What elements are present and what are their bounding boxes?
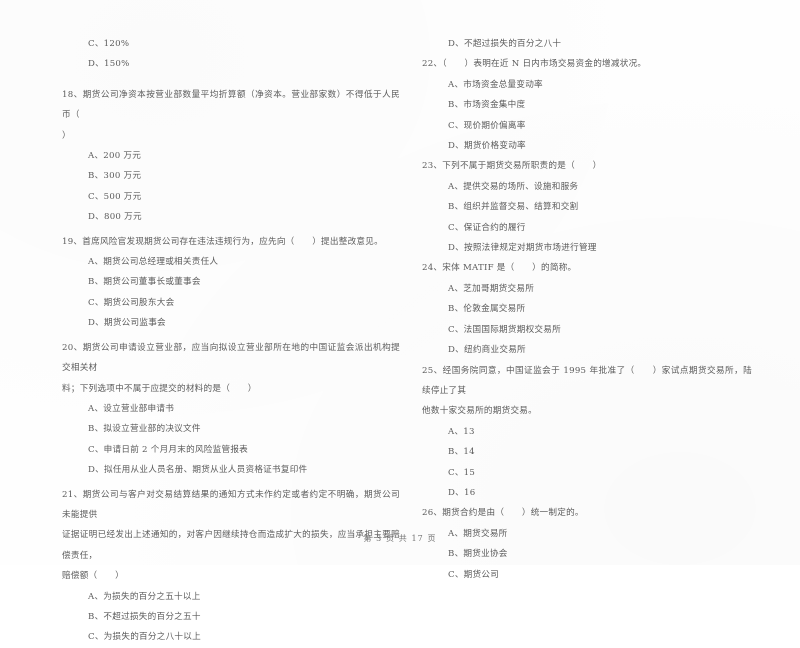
option-item: B、300 万元 — [88, 171, 142, 182]
question-stem: 23、下列不属于期货交易所职责的是（ ） — [422, 161, 602, 172]
question-block-19: 19、首席风险官发现期货公司存在违法违规行为，应先向（ ）提出整改意见。 A、期… — [62, 232, 400, 334]
question-stem: 22、（ ）表明在近 N 日内市场交易资金的增减状况。 — [422, 59, 647, 70]
option-item: C、期货公司 — [448, 569, 500, 580]
question-block-25: 25、经国务院同意，中国证监会于 1995 年批准了（ ）家试点期货交易所，陆续… — [422, 361, 752, 504]
option-item: D、拟任用从业人员名册、期货从业人员资格证书复印件 — [88, 465, 308, 476]
question-block-26: 26、期货合约是由（ ）统一制定的。 A、期货交易所 B、期货业协会 C、期货公… — [422, 503, 752, 585]
option-item: B、拟设立营业部的决议文件 — [88, 424, 201, 435]
option-item: A、市场资金总量变动率 — [448, 79, 543, 90]
option-item: B、伦敦金属交易所 — [448, 304, 526, 315]
option-item: B、组织并监督交易、结算和交割 — [448, 202, 579, 213]
option-item: D、800 万元 — [88, 212, 142, 223]
option-item: D、期货公司监事会 — [88, 318, 166, 329]
option-item: A、200 万元 — [88, 151, 142, 162]
option-item: B、不超过损失的百分之五十 — [88, 611, 201, 622]
left-column: C、120% D、150% 18、期货公司净资本按营业部数量平均折算额（净资本。… — [0, 34, 400, 648]
option-item: B、期货公司董事长或董事会 — [88, 277, 201, 288]
option-item: C、法国国际期货期权交易所 — [448, 324, 561, 335]
option-item: D、16 — [448, 487, 476, 498]
question-stem: 21、期货公司与客户对交易结算结果的通知方式未作约定或者约定不明确，期货公司未能… — [62, 489, 400, 520]
option-item: D、纽约商业交易所 — [448, 345, 526, 356]
option-item: C、500 万元 — [88, 191, 142, 202]
option-item: D、按照法律规定对期货市场进行管理 — [448, 243, 597, 254]
option-item: C、现价期价偏离率 — [448, 120, 526, 131]
option-item: A、设立营业部申请书 — [88, 403, 175, 414]
question-block-21: 21、期货公司与客户对交易结算结果的通知方式未作约定或者约定不明确，期货公司未能… — [62, 485, 400, 648]
right-column: D、不超过损失的百分之八十 22、（ ）表明在近 N 日内市场交易资金的增减状况… — [400, 34, 800, 648]
question-stem: 20、期货公司申请设立营业部，应当向拟设立营业部所在地的中国证监会派出机构提交相… — [62, 342, 400, 374]
option-item: A、13 — [448, 426, 475, 437]
question-block-18: 18、期货公司净资本按营业部数量平均折算额（净资本。营业部家数）不得低于人民币（… — [62, 85, 400, 228]
question-stem: 24、宋体 MATIF 是（ ）的简称。 — [422, 263, 577, 274]
question-stem: 26、期货合约是由（ ）统一制定的。 — [422, 508, 584, 519]
option-item: A、为损失的百分之五十以上 — [88, 591, 201, 602]
option-item: A、期货公司总经理或相关责任人 — [88, 257, 219, 268]
option-item: C、期货公司股东大会 — [88, 297, 175, 308]
option-item: C、申请日前 2 个月月末的风险监管报表 — [88, 444, 249, 455]
option-item: A、芝加哥期货交易所 — [448, 283, 535, 294]
question-stem: 25、经国务院同意，中国证监会于 1995 年批准了（ ）家试点期货交易所，陆续… — [422, 365, 752, 396]
question-block-20: 20、期货公司申请设立营业部，应当向拟设立营业部所在地的中国证监会派出机构提交相… — [62, 338, 400, 481]
document-page: C、120% D、150% 18、期货公司净资本按营业部数量平均折算额（净资本。… — [0, 0, 800, 642]
option-item: D、150% — [88, 59, 130, 70]
question-stem-continued: 料；下列选项中不属于应提交的材料的是（ ） — [62, 383, 257, 394]
option-item: B、14 — [448, 447, 475, 458]
option-item: B、市场资金集中度 — [448, 100, 526, 111]
question-block-23: 23、下列不属于期货交易所职责的是（ ） A、提供交易的场所、设施和服务 B、组… — [422, 156, 752, 258]
option-item: D、不超过损失的百分之八十 — [448, 39, 562, 49]
page-footer: 第 3 页 共 17 页 — [363, 534, 437, 543]
question-stem-continued: 证据证明已经发出上述通知的，对客户因继续持仓而造成扩大的损失，应当承担主要赔偿责… — [62, 530, 400, 561]
question-stem: 19、首席风险官发现期货公司存在违法违规行为，应先向（ ）提出整改意见。 — [62, 236, 383, 247]
question-block-24: 24、宋体 MATIF 是（ ）的简称。 A、芝加哥期货交易所 B、伦敦金属交易… — [422, 258, 752, 360]
option-item: A、提供交易的场所、设施和服务 — [448, 181, 579, 192]
option-item: C、保证合约的履行 — [448, 222, 526, 233]
option-item: C、15 — [448, 467, 476, 478]
question-stem-continued-2: 赔偿额（ ） — [62, 571, 124, 582]
option-item: C、120% — [88, 39, 130, 49]
question-block-22: 22、（ ）表明在近 N 日内市场交易资金的增减状况。 A、市场资金总量变动率 … — [422, 54, 752, 156]
question-stem-continued: ） — [62, 130, 71, 141]
option-item: D、期货价格变动率 — [448, 141, 526, 152]
question-stem: 18、期货公司净资本按营业部数量平均折算额（净资本。营业部家数）不得低于人民币（ — [62, 89, 400, 121]
option-item: B、期货业协会 — [448, 549, 508, 560]
question-stem-continued: 他数十家交易所的期货交易。 — [422, 406, 537, 417]
two-column-body: C、120% D、150% 18、期货公司净资本按营业部数量平均折算额（净资本。… — [0, 34, 800, 648]
option-item: C、为损失的百分之八十以上 — [88, 632, 201, 643]
